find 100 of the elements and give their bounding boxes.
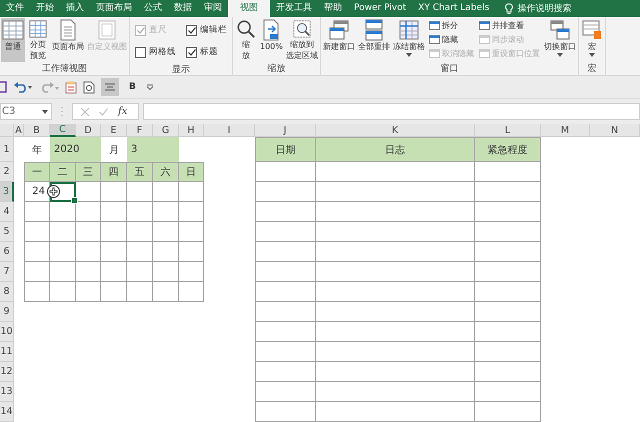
table-cell: [24, 262, 50, 282]
insert-function-button[interactable]: fx: [118, 106, 128, 117]
undo-icon[interactable]: [13, 81, 33, 93]
column-header[interactable]: E: [101, 124, 127, 137]
row-header[interactable]: 2: [0, 162, 14, 182]
row-header[interactable]: 8: [0, 282, 14, 302]
window-icon: [478, 21, 490, 30]
ribbon-tab[interactable]: XY Chart Labels: [412, 0, 496, 17]
checkbox-label[interactable]: 标题: [200, 46, 218, 58]
ribbon-button[interactable]: 普通: [1, 18, 25, 62]
table-cell: [127, 242, 153, 262]
row-header[interactable]: 7: [0, 262, 14, 282]
checkbox[interactable]: [186, 46, 197, 58]
table-cell: [101, 182, 127, 202]
window-icon: [428, 49, 440, 58]
bold-button[interactable]: B: [125, 82, 140, 92]
checkbox[interactable]: [135, 46, 146, 58]
align-center-button[interactable]: [101, 78, 119, 96]
ribbon-button[interactable]: 100%: [259, 18, 284, 62]
table-cell: 五: [127, 162, 153, 182]
ribbon-button[interactable]: 页面布局: [51, 18, 85, 62]
column-header[interactable]: J: [255, 124, 316, 137]
column-header[interactable]: B: [24, 124, 50, 137]
ribbon-button[interactable]: 宏: [580, 18, 604, 62]
window-icon: [428, 35, 440, 44]
column-header[interactable]: G: [153, 124, 179, 137]
search-box[interactable]: 操作说明搜索: [517, 2, 572, 15]
column-header[interactable]: M: [541, 124, 590, 137]
row-header[interactable]: 5: [0, 222, 14, 242]
column-header[interactable]: H: [179, 124, 204, 137]
table-cell: [475, 182, 541, 202]
print-preview-icon[interactable]: [83, 80, 95, 94]
table-cell: [255, 262, 316, 282]
table-cell: 四: [101, 162, 127, 182]
ribbon-button[interactable]: 新建窗口: [322, 18, 356, 62]
clipboard-icon[interactable]: [65, 80, 77, 94]
ribbon-tab[interactable]: 开始: [30, 0, 60, 17]
table-cell: [255, 202, 316, 222]
table-cell: [475, 222, 541, 242]
checkbox[interactable]: [186, 24, 197, 36]
window-icon: [478, 35, 490, 44]
ribbon-tab[interactable]: 插入: [60, 0, 90, 17]
ribbon-button[interactable]: 缩 放: [234, 18, 258, 62]
row-header[interactable]: 9: [0, 302, 14, 322]
table-cell: 3: [127, 137, 179, 162]
table-cell: 日: [179, 162, 204, 182]
row-header[interactable]: 13: [0, 382, 14, 402]
table-cell: [475, 322, 541, 342]
table-cell: [255, 342, 316, 362]
ribbon-tab[interactable]: 审阅: [198, 0, 228, 17]
ribbon-button[interactable]: 分页 预览: [26, 18, 50, 62]
name-box[interactable]: C3: [0, 103, 52, 120]
ribbon-tab[interactable]: 公式: [138, 0, 168, 17]
row-header[interactable]: 10: [0, 322, 14, 342]
table-cell: [475, 162, 541, 182]
selected-cell[interactable]: [50, 182, 76, 202]
column-header[interactable]: I: [204, 124, 255, 137]
ribbon-button[interactable]: 冻结窗格: [392, 18, 426, 62]
table-cell: [255, 382, 316, 402]
table-cell: 六: [153, 162, 179, 182]
checkbox-label[interactable]: 编辑栏: [200, 24, 227, 36]
row-header[interactable]: 12: [0, 362, 14, 382]
ribbon-tab[interactable]: 帮助: [318, 0, 348, 17]
column-header[interactable]: D: [76, 124, 101, 137]
ribbon-button[interactable]: 并排查看: [478, 19, 541, 32]
ribbon-tab[interactable]: 视图: [228, 0, 270, 17]
row-header[interactable]: 3: [0, 182, 14, 202]
table-cell: [101, 202, 127, 222]
ribbon-button[interactable]: 拆分: [428, 19, 475, 32]
table-cell: [475, 402, 541, 422]
ribbon-tab[interactable]: 文件: [0, 0, 30, 17]
table-cell: 紧急程度: [475, 137, 541, 162]
row-header[interactable]: 14: [0, 402, 14, 422]
table-cell: [153, 242, 179, 262]
row-header[interactable]: 4: [0, 202, 14, 222]
row-header[interactable]: 11: [0, 342, 14, 362]
window-icon: [428, 21, 440, 30]
table-cell: [153, 262, 179, 282]
ribbon-button[interactable]: 缩放到 选定区域: [284, 18, 319, 62]
ribbon-tab[interactable]: 开发工具: [270, 0, 318, 17]
column-header[interactable]: C: [50, 124, 76, 137]
column-header[interactable]: N: [590, 124, 640, 137]
ribbon-button[interactable]: 切换窗口: [542, 18, 577, 62]
ribbon-button[interactable]: 隐藏: [428, 33, 475, 46]
ribbon-tab[interactable]: 数据: [168, 0, 198, 17]
column-header[interactable]: A: [14, 124, 24, 137]
column-header[interactable]: K: [316, 124, 475, 137]
check-icon[interactable]: [99, 108, 108, 116]
row-header[interactable]: 6: [0, 242, 14, 262]
column-header[interactable]: L: [475, 124, 541, 137]
formula-input[interactable]: [143, 103, 640, 120]
ribbon-tab[interactable]: Power Pivot: [348, 0, 412, 17]
column-header[interactable]: F: [127, 124, 153, 137]
ribbon-tab[interactable]: 页面布局: [90, 0, 138, 17]
ribbon-button[interactable]: 全部重排: [356, 18, 391, 62]
row-header[interactable]: 1: [0, 137, 14, 162]
customize-caret-icon[interactable]: [146, 84, 154, 90]
table-cell: [153, 222, 179, 242]
checkbox-label[interactable]: 网格线: [149, 46, 176, 58]
fill-handle[interactable]: [71, 197, 78, 204]
